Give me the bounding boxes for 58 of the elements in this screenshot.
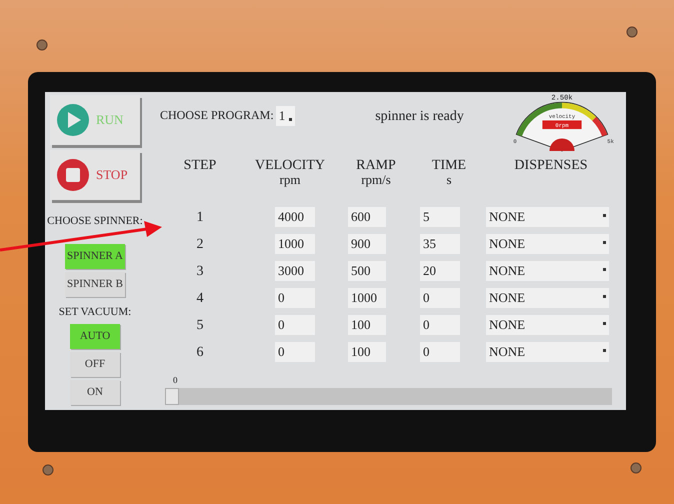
velocity-input[interactable]: 0 (275, 342, 315, 362)
step-number: 5 (196, 317, 204, 335)
dispenses-dropdown[interactable]: NONE (486, 315, 609, 335)
time-input[interactable]: 20 (420, 261, 460, 281)
vacuum-label: SET VACUUM: (58, 304, 132, 320)
step-number: 3 (196, 263, 204, 281)
step-number: 2 (196, 236, 204, 254)
ramp-input[interactable]: 900 (348, 234, 386, 254)
ramp-input[interactable]: 1000 (348, 288, 386, 308)
screw-icon (626, 26, 638, 38)
screw-icon (42, 464, 54, 476)
velocity-input[interactable]: 0 (275, 315, 315, 335)
spinner-option[interactable]: SPINNER A (65, 244, 125, 268)
step-number: 6 (196, 344, 204, 362)
ramp-input[interactable]: 100 (348, 342, 386, 362)
status-text: spinner is ready (375, 108, 464, 126)
time-input[interactable]: 0 (420, 315, 460, 335)
vacuum-option[interactable]: AUTO (70, 324, 120, 349)
unit-label: s (445, 173, 453, 188)
stop-icon (56, 158, 90, 192)
column-header: VELOCITY (254, 158, 326, 174)
time-input[interactable]: 0 (420, 342, 460, 362)
dispenses-dropdown[interactable]: NONE (486, 342, 609, 362)
slider-thumb[interactable] (165, 388, 179, 404)
column-header: DISPENSES (513, 158, 589, 174)
spinner-option[interactable]: SPINNER B (65, 272, 125, 296)
time-input[interactable]: 35 (420, 234, 460, 254)
step-number: 1 (196, 209, 204, 227)
velocity-input[interactable]: 4000 (275, 207, 315, 227)
spinner-label: CHOOSE SPINNER: (47, 214, 143, 229)
vacuum-option[interactable]: OFF (70, 352, 120, 377)
dispenses-dropdown[interactable]: NONE (486, 261, 609, 281)
column-header: TIME (430, 158, 468, 174)
vacuum-option[interactable]: ON (70, 380, 120, 405)
column-header: STEP (182, 158, 218, 174)
unit-label: rpm (278, 173, 302, 188)
velocity-input[interactable]: 0 (275, 288, 315, 308)
ramp-input[interactable]: 500 (348, 261, 386, 281)
column-header: RAMP (355, 158, 397, 174)
step-number: 4 (196, 290, 204, 308)
slider-track[interactable] (165, 388, 612, 404)
dispenses-dropdown[interactable]: NONE (486, 207, 609, 227)
program-label: CHOOSE PROGRAM: (160, 107, 274, 124)
dispenses-dropdown[interactable]: NONE (486, 288, 609, 308)
unit-label: rpm/s (360, 173, 392, 188)
dispenses-dropdown[interactable]: NONE (486, 234, 609, 254)
stop-button[interactable]: STOP (50, 150, 140, 200)
time-input[interactable]: 0 (420, 288, 460, 308)
play-icon (56, 103, 90, 137)
screw-icon (630, 462, 642, 474)
velocity-input[interactable]: 3000 (275, 261, 315, 281)
ramp-input[interactable]: 100 (348, 315, 386, 335)
ramp-input[interactable]: 600 (348, 207, 386, 227)
velocity-input[interactable]: 1000 (275, 234, 315, 254)
screw-icon (36, 39, 48, 51)
slider-value: 0 (173, 374, 178, 387)
program-dropdown[interactable]: 1 (276, 106, 296, 126)
time-input[interactable]: 5 (420, 207, 460, 227)
